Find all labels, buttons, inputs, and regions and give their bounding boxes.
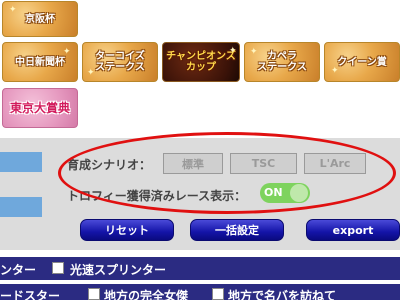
race-tile-label: チャンピオンズ カップ — [166, 51, 236, 73]
sparkle-icon: ✦ — [63, 47, 71, 57]
filter-label: ードスター — [0, 289, 61, 303]
race-tile-capella-stakes[interactable]: ✦ カペラ ステークス — [244, 42, 320, 82]
sparkle-icon: ✦ — [9, 5, 17, 15]
sparkle-icon: ✦ — [250, 47, 258, 57]
race-tile-label: カペラ ステークス — [257, 51, 307, 73]
scenario-option-larc[interactable]: L'Arc — [304, 153, 366, 174]
sparkle-icon: ✦ — [87, 68, 95, 78]
reset-button[interactable]: リセット — [80, 219, 174, 241]
race-tile-label: 東京大賞典 — [9, 100, 70, 115]
bulk-set-button[interactable]: 一括設定 — [190, 219, 284, 241]
race-tile-queen-sho[interactable]: ✦ クイーン賞 — [324, 42, 400, 82]
checkbox-chiho-meiba[interactable] — [212, 288, 224, 300]
checkbox-label: 地方の完全女傑 — [104, 289, 189, 303]
trophy-display-label: トロフィー獲得済みレース表示： — [67, 189, 247, 203]
race-tile-chunichi-shimbunhai[interactable]: ✦ 中日新聞杯 — [2, 42, 78, 82]
race-tile-tokyo-daishoten[interactable]: 東京大賞典 — [2, 88, 78, 128]
race-tile-label: ターコイズ ステークス — [95, 51, 145, 73]
toggle-state: ON — [264, 186, 283, 199]
scenario-label: 育成シナリオ： — [67, 158, 152, 172]
race-tile-label: クイーン賞 — [337, 56, 387, 68]
checkbox-koushoku-sprinter[interactable] — [52, 262, 64, 274]
scenario-option-tsc[interactable]: TSC — [230, 153, 297, 174]
race-tile-turquoise-stakes[interactable]: ✦ ターコイズ ステークス — [82, 42, 158, 82]
trophy-display-toggle[interactable]: ON — [260, 183, 310, 203]
export-button[interactable]: export — [306, 219, 400, 241]
race-tile-champions-cup[interactable]: ✦ チャンピオンズ カップ — [162, 42, 240, 82]
race-tile-label: 中日新聞杯 — [15, 56, 65, 68]
toggle-knob — [290, 184, 308, 202]
side-input-box[interactable] — [0, 197, 42, 217]
side-input-box[interactable] — [0, 152, 42, 172]
scenario-option-standard[interactable]: 標準 — [163, 153, 223, 174]
checkbox-chiho-kanzen-jokets[interactable] — [88, 288, 100, 300]
sparkle-icon: ✦ — [331, 66, 339, 76]
race-tile-keihanhai[interactable]: ✦ 京阪杯 — [2, 1, 78, 37]
race-tile-label: 京阪杯 — [25, 13, 55, 25]
filter-label: ンター — [0, 263, 37, 277]
checkbox-label: 地方で名バを訪ねて — [228, 289, 337, 303]
checkbox-label: 光速スプリンター — [70, 263, 167, 277]
sparkle-icon: ✦ — [229, 46, 237, 56]
